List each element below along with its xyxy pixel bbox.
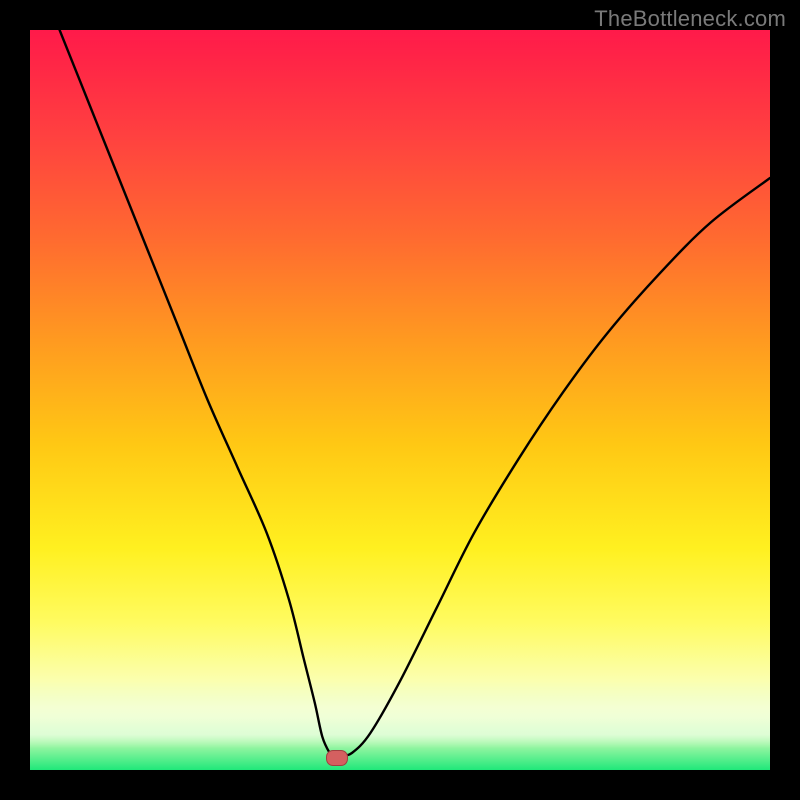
optimal-marker-icon xyxy=(326,750,348,766)
watermark-text: TheBottleneck.com xyxy=(594,6,786,32)
chart-frame: TheBottleneck.com xyxy=(0,0,800,800)
plot-area xyxy=(30,30,770,770)
bottleneck-curve xyxy=(30,30,770,770)
